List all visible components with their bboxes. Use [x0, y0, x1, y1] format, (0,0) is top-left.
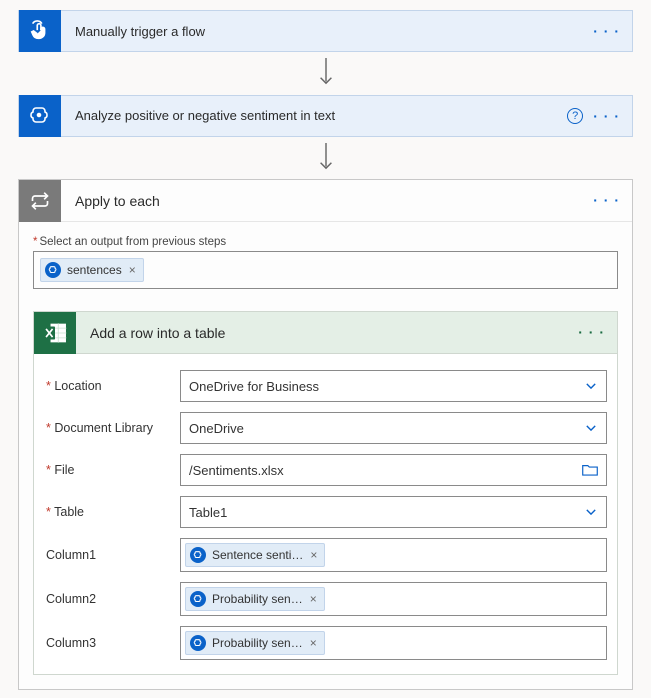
ai-icon	[19, 95, 61, 137]
step-title: Analyze positive or negative sentiment i…	[61, 108, 567, 123]
step-analyze-sentiment[interactable]: Analyze positive or negative sentiment i…	[18, 95, 633, 137]
step-add-row-into-table: Add a row into a table · · · Location On…	[33, 311, 618, 675]
more-icon[interactable]: · · ·	[593, 108, 620, 124]
token-sentence-sentiment: Sentence senti… ×	[185, 543, 325, 567]
step-manual-trigger[interactable]: Manually trigger a flow · · ·	[18, 10, 633, 52]
step-title: Apply to each	[61, 193, 593, 209]
apply-to-each-header[interactable]: Apply to each · · ·	[19, 180, 632, 222]
table-select[interactable]: Table1	[180, 496, 607, 528]
ai-token-icon	[190, 635, 206, 651]
output-label: Select an output from previous steps	[33, 236, 618, 248]
chevron-down-icon	[584, 379, 598, 393]
chevron-down-icon	[584, 421, 598, 435]
token-sentences: sentences ×	[40, 258, 144, 282]
connector-arrow	[18, 58, 633, 89]
ai-token-icon	[190, 591, 206, 607]
more-icon[interactable]: · · ·	[593, 192, 620, 208]
step-apply-to-each: Apply to each · · · Select an output fro…	[18, 179, 633, 690]
token-remove[interactable]: ×	[305, 592, 324, 606]
token-probability-2: Probability sen… ×	[185, 631, 325, 655]
ai-token-icon	[190, 547, 206, 563]
more-icon[interactable]: · · ·	[593, 23, 620, 39]
output-token-input[interactable]: sentences ×	[33, 251, 618, 289]
table-label: Table	[44, 505, 180, 519]
tap-icon	[19, 10, 61, 52]
location-select[interactable]: OneDrive for Business	[180, 370, 607, 402]
file-picker[interactable]: /Sentiments.xlsx	[180, 454, 607, 486]
more-icon[interactable]: · · ·	[578, 324, 605, 340]
token-remove[interactable]: ×	[124, 263, 143, 277]
step-title: Manually trigger a flow	[61, 24, 593, 39]
folder-icon[interactable]	[582, 463, 598, 477]
add-row-header[interactable]: Add a row into a table · · ·	[34, 312, 617, 354]
column2-input[interactable]: Probability sen… ×	[180, 582, 607, 616]
doclib-label: Document Library	[44, 421, 180, 435]
column3-input[interactable]: Probability sen… ×	[180, 626, 607, 660]
excel-icon	[34, 312, 76, 354]
step-title: Add a row into a table	[76, 325, 578, 341]
location-label: Location	[44, 379, 180, 393]
column1-label: Column1	[44, 548, 180, 562]
column3-label: Column3	[44, 636, 180, 650]
loop-icon	[19, 180, 61, 222]
token-remove[interactable]: ×	[305, 548, 324, 562]
doclib-select[interactable]: OneDrive	[180, 412, 607, 444]
connector-arrow	[18, 143, 633, 174]
token-probability-1: Probability sen… ×	[185, 587, 325, 611]
file-label: File	[44, 463, 180, 477]
chevron-down-icon	[584, 505, 598, 519]
ai-token-icon	[45, 262, 61, 278]
column2-label: Column2	[44, 592, 180, 606]
token-remove[interactable]: ×	[305, 636, 324, 650]
help-icon[interactable]: ?	[567, 108, 583, 124]
column1-input[interactable]: Sentence senti… ×	[180, 538, 607, 572]
